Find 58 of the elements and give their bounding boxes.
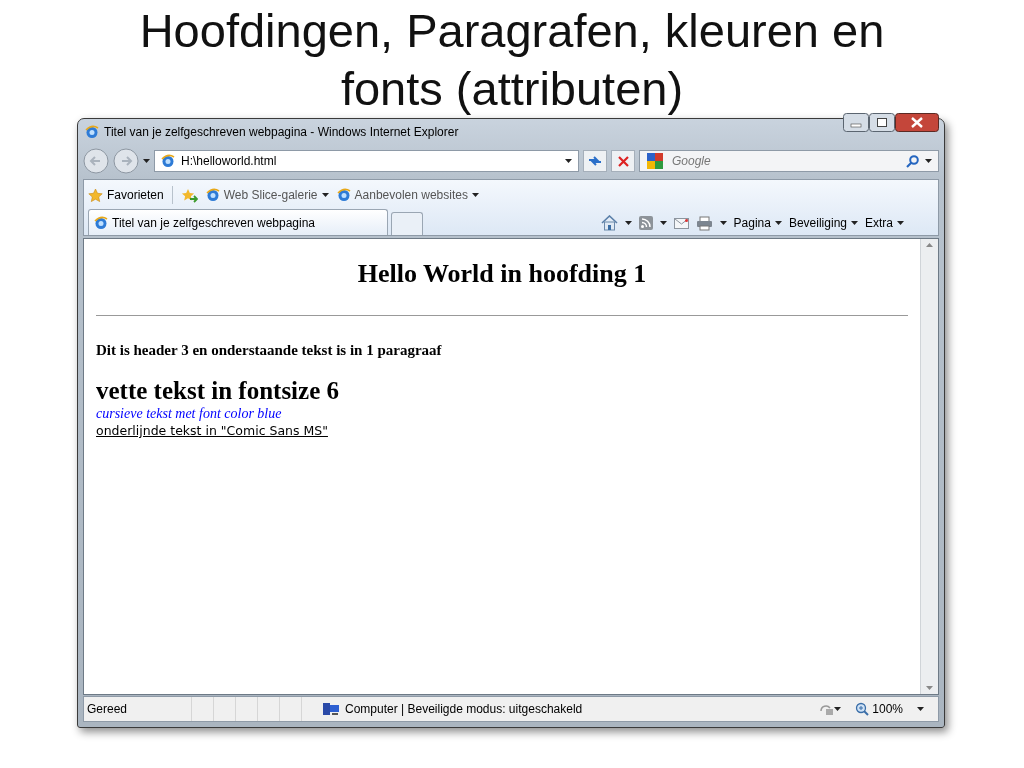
command-menu[interactable]: Pagina — [733, 216, 782, 230]
caret-icon[interactable] — [851, 221, 858, 225]
home-icon[interactable] — [600, 215, 618, 231]
scrollbar[interactable] — [920, 239, 938, 694]
caret-icon[interactable] — [321, 193, 329, 197]
star-icon — [88, 187, 103, 203]
favorites-button[interactable]: Favorieten — [88, 187, 164, 203]
zoom-icon[interactable] — [855, 702, 870, 716]
zoom-level[interactable]: 100% — [872, 702, 903, 716]
caret-icon[interactable] — [925, 159, 932, 163]
caret-icon[interactable] — [917, 707, 924, 711]
favorites-link[interactable]: Aanbevolen websites — [336, 188, 479, 202]
browser-logo-icon — [85, 125, 99, 139]
caret-icon[interactable] — [624, 221, 632, 225]
slide-title: Hoofdingen, Paragrafen, kleuren en fonts (attributen) — [138, 3, 886, 117]
caret-icon[interactable] — [834, 707, 842, 711]
search-icon[interactable] — [906, 154, 919, 168]
scroll-down-arrow-icon[interactable] — [926, 686, 933, 690]
browser-logo-icon — [94, 215, 108, 230]
page-subheading: Dit is header 3 en onderstaande tekst is in 1 paragraaf — [96, 342, 443, 359]
address-field[interactable]: H:\helloworld.html — [154, 150, 579, 172]
italic-text: cursieve tekst met font color blue — [96, 405, 283, 422]
scroll-up-arrow-icon[interactable] — [926, 243, 933, 247]
search-field[interactable]: Google — [670, 153, 900, 169]
security-zone-text: Computer | Beveiligde modus: uitgeschakeld — [345, 702, 583, 716]
command-menu[interactable]: Beveiliging — [788, 216, 858, 230]
computer-icon — [322, 702, 340, 716]
underlined-text: onderlijnde tekst in "Comic Sans MS" — [96, 422, 328, 439]
caret-icon[interactable] — [774, 221, 782, 225]
search-bar[interactable]: Google — [639, 150, 939, 172]
refresh-icon — [588, 155, 602, 167]
caret-icon[interactable] — [659, 221, 667, 225]
search-provider-icon — [646, 152, 664, 170]
caret-icon[interactable] — [565, 159, 572, 163]
add-favorite-icon[interactable] — [180, 187, 198, 203]
caret-icon[interactable] — [471, 193, 479, 197]
caret-icon[interactable] — [897, 221, 904, 225]
command-menu[interactable]: Extra — [865, 216, 904, 230]
bold-text: vette tekst in fontsize 6 — [96, 377, 340, 405]
browser-tab[interactable]: Titel van je zelfgeschreven webpagina — [88, 209, 388, 235]
close-button[interactable] — [895, 113, 939, 132]
status-text: Gereed — [84, 697, 192, 721]
maximize-button[interactable] — [869, 113, 895, 132]
browser-logo-icon — [161, 154, 175, 168]
caret-icon[interactable] — [719, 221, 727, 225]
page-heading: Hello World in hoofding 1 — [356, 259, 648, 289]
feed-icon[interactable] — [638, 216, 653, 230]
favorites-link[interactable]: Web Slice-galerie — [205, 188, 329, 202]
stop-icon — [617, 155, 629, 167]
minimize-button[interactable] — [843, 113, 869, 132]
mail-icon[interactable] — [673, 217, 689, 229]
browser-logo-icon — [205, 188, 220, 202]
browser-logo-icon — [336, 188, 351, 202]
caret-icon[interactable] — [143, 159, 150, 163]
stop-button[interactable] — [611, 150, 635, 172]
window-title: Titel van je zelfgeschreven webpagina - Windows Internet Explorer — [104, 125, 460, 139]
printer-icon[interactable] — [695, 215, 713, 231]
refresh-button[interactable] — [583, 150, 607, 172]
